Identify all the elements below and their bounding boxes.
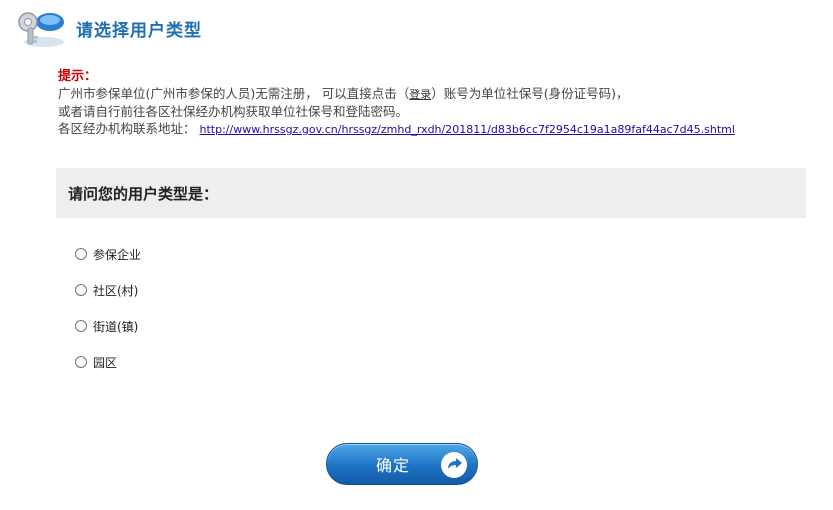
tip-label: 提示： [58, 69, 98, 84]
confirm-button[interactable]: 确定 [326, 443, 478, 485]
page-title: 请选择用户类型 [76, 20, 202, 41]
radio-park[interactable] [75, 356, 87, 368]
key-icon [14, 6, 70, 50]
option-label: 街道(镇) [93, 319, 139, 334]
option-park[interactable]: 园区 [75, 344, 141, 380]
confirm-label: 确定 [375, 456, 410, 475]
tip-line-1-after: ）账号为单位社保号(身份证号码)， [431, 86, 629, 101]
tip-line-2: 或者请自行前往各区社保经办机构获取单位社保号和登陆密码。 [58, 104, 409, 119]
option-label: 参保企业 [93, 247, 142, 262]
user-type-options: 参保企业 社区(村) 街道(镇) 园区 [75, 236, 141, 380]
option-label: 园区 [93, 355, 118, 370]
question-bar: 请问您的用户类型是： [56, 168, 806, 218]
option-enterprise[interactable]: 参保企业 [75, 236, 141, 272]
login-link[interactable]: 登录 [409, 88, 431, 101]
tip-line-3-label: 各区经办机构联系地址： [58, 121, 196, 136]
tip-block: 提示： 广州市参保单位(广州市参保的人员)无需注册， 可以直接点击（登录）账号为… [58, 68, 798, 138]
question-text: 请问您的用户类型是： [68, 184, 219, 203]
radio-street[interactable] [75, 320, 87, 332]
radio-enterprise[interactable] [75, 248, 87, 260]
arrow-right-icon [441, 452, 467, 478]
option-street[interactable]: 街道(镇) [75, 308, 141, 344]
option-community[interactable]: 社区(村) [75, 272, 141, 308]
option-label: 社区(村) [93, 283, 139, 298]
radio-community[interactable] [75, 284, 87, 296]
tip-line-1-before: 广州市参保单位(广州市参保的人员)无需注册， 可以直接点击（ [58, 86, 410, 101]
tip-line-1: 广州市参保单位(广州市参保的人员)无需注册， 可以直接点击（登录）账号为单位社保… [58, 85, 798, 103]
tip-line-3: 各区经办机构联系地址： http://www.hrssgz.gov.cn/hrs… [58, 120, 798, 138]
page-header: 请选择用户类型 [14, 6, 202, 50]
contact-address-link[interactable]: http://www.hrssgz.gov.cn/hrssgz/zmhd_rxd… [200, 123, 735, 136]
